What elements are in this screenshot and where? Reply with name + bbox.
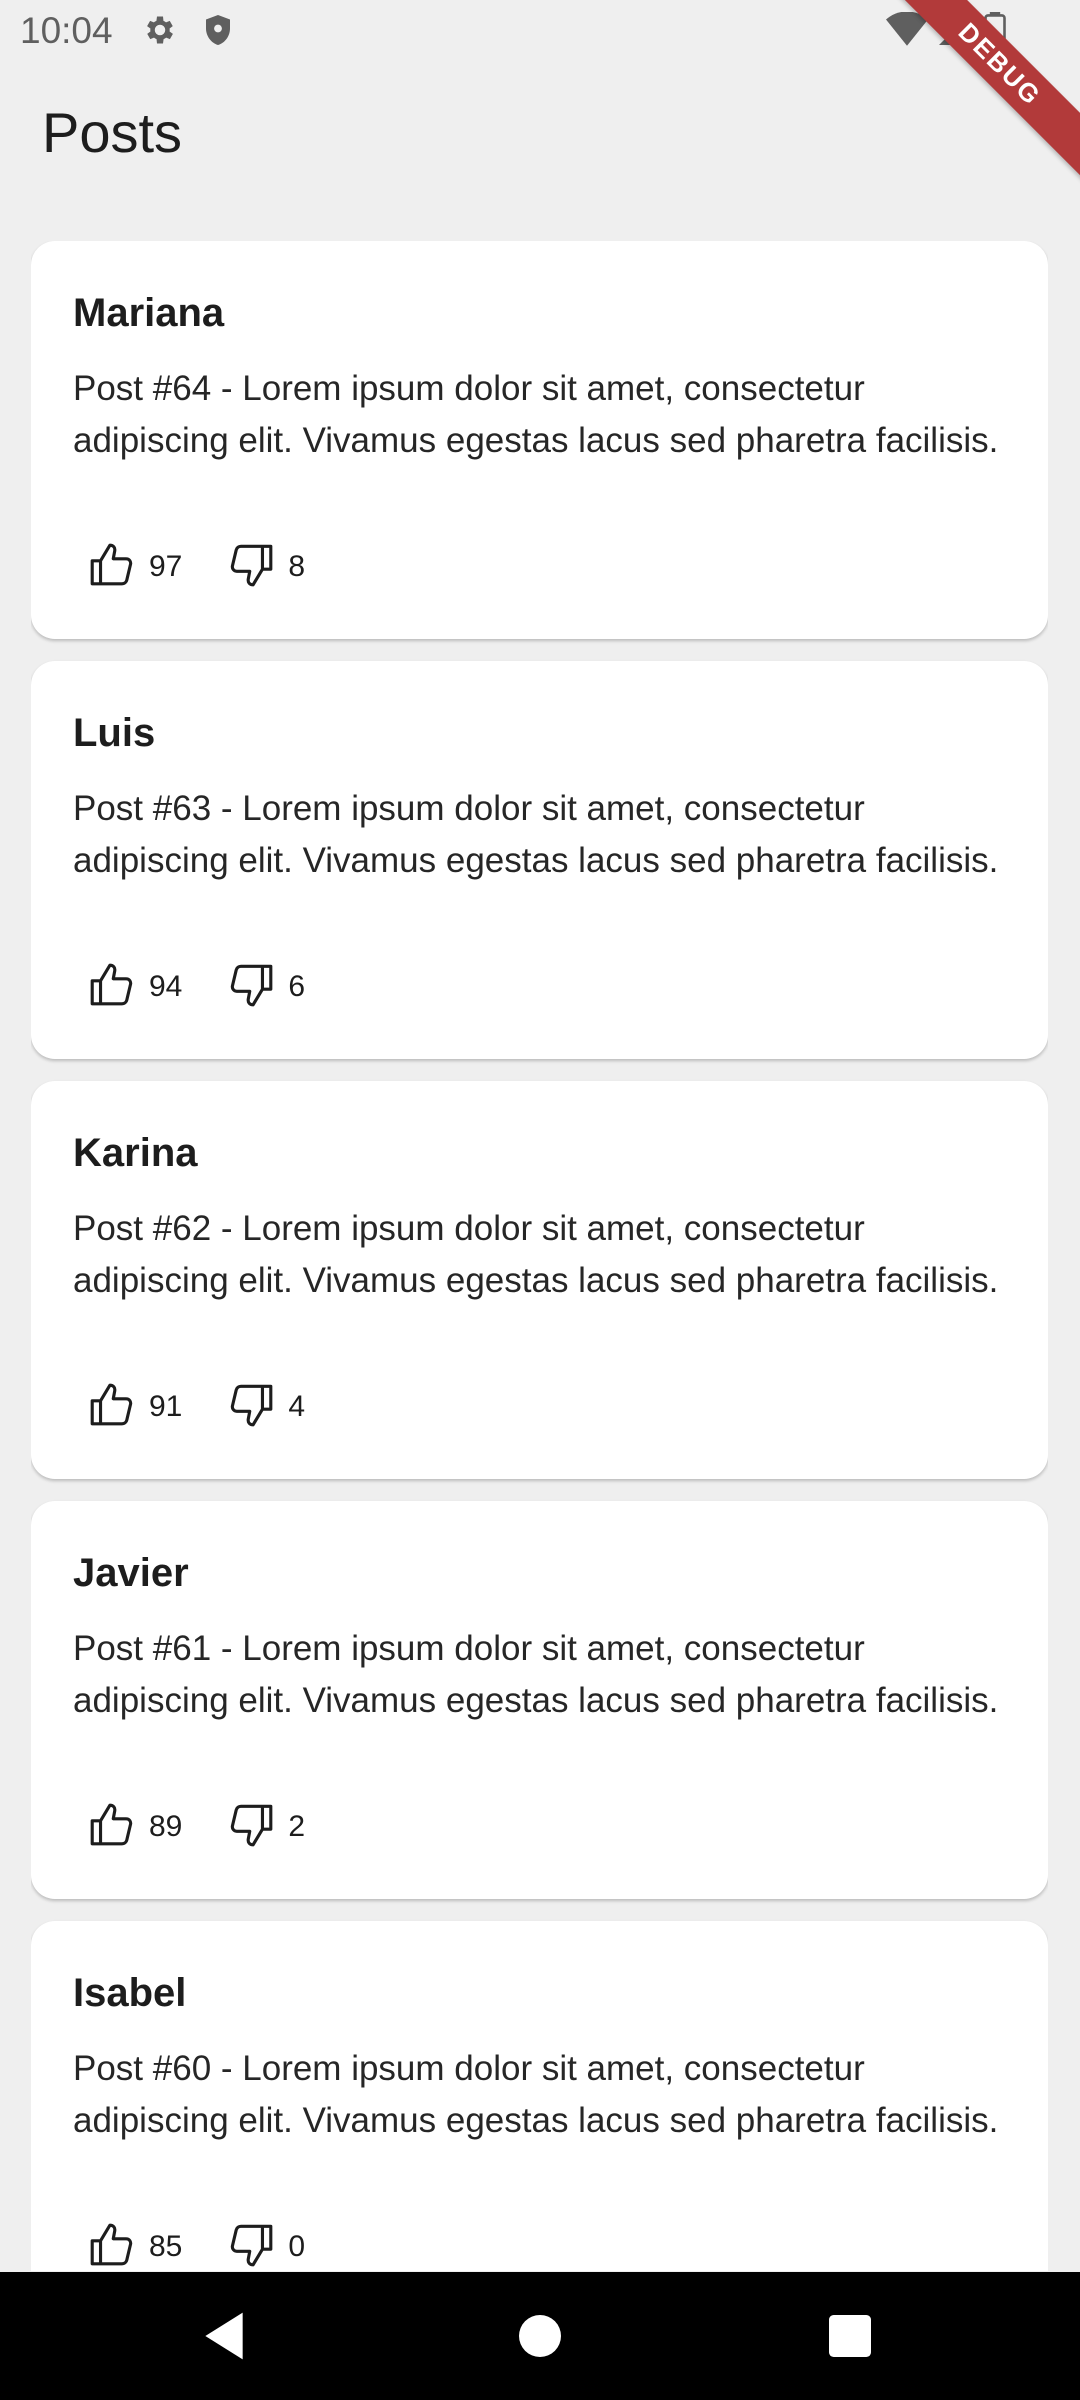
post-author: Javier	[73, 1551, 189, 1595]
post-card[interactable]: Javier Post #61 - Lorem ipsum dolor sit …	[31, 1501, 1048, 1899]
like-count: 89	[149, 1810, 183, 1843]
like-button[interactable]: 89	[87, 1800, 182, 1855]
status-time: 10:04	[20, 10, 113, 51]
like-button[interactable]: 91	[87, 1380, 182, 1435]
like-count: 97	[149, 550, 183, 583]
reactions-row: 94 6	[87, 959, 349, 1015]
reactions-row: 97 8	[87, 539, 349, 595]
post-body: Post #63 - Lorem ipsum dolor sit amet, c…	[73, 789, 999, 880]
gear-icon	[142, 12, 178, 53]
reactions-row: 91 4	[87, 1379, 349, 1435]
post-card[interactable]: Luis Post #63 - Lorem ipsum dolor sit am…	[31, 661, 1048, 1059]
home-icon[interactable]	[512, 2308, 568, 2364]
like-button[interactable]: 85	[87, 2220, 182, 2272]
thumbs-down-icon	[226, 540, 276, 595]
post-author: Karina	[73, 1131, 198, 1175]
dislike-button[interactable]: 4	[226, 1380, 305, 1435]
dislike-button[interactable]: 0	[226, 2220, 305, 2272]
dislike-count: 4	[288, 1390, 306, 1423]
thumbs-up-icon	[87, 960, 137, 1015]
wifi-icon	[886, 11, 928, 53]
like-count: 91	[149, 1390, 183, 1423]
dislike-count: 2	[288, 1810, 306, 1843]
like-count: 85	[149, 2230, 183, 2263]
dislike-button[interactable]: 6	[226, 960, 305, 1015]
post-card[interactable]: Mariana Post #64 - Lorem ipsum dolor sit…	[31, 241, 1048, 639]
thumbs-up-icon	[87, 540, 137, 595]
post-author: Mariana	[73, 291, 225, 335]
dislike-button[interactable]: 8	[226, 540, 305, 595]
reactions-row: 85 0	[87, 2219, 349, 2271]
thumbs-down-icon	[226, 960, 276, 1015]
dislike-count: 8	[288, 550, 306, 583]
thumbs-up-icon	[87, 1380, 137, 1435]
dislike-count: 0	[288, 2230, 306, 2263]
post-card[interactable]: Isabel Post #60 - Lorem ipsum dolor sit …	[31, 1921, 1048, 2271]
post-body: Post #64 - Lorem ipsum dolor sit amet, c…	[73, 369, 999, 460]
shield-icon	[200, 12, 236, 53]
thumbs-up-icon	[87, 2220, 137, 2272]
reactions-row: 89 2	[87, 1799, 349, 1855]
post-author: Isabel	[73, 1971, 187, 2015]
recents-icon[interactable]	[822, 2308, 878, 2364]
post-list[interactable]: Mariana Post #64 - Lorem ipsum dolor sit…	[31, 241, 1048, 2271]
dislike-button[interactable]: 2	[226, 1800, 305, 1855]
dislike-count: 6	[288, 970, 306, 1003]
post-body: Post #61 - Lorem ipsum dolor sit amet, c…	[73, 1629, 999, 1720]
like-button[interactable]: 94	[87, 960, 182, 1015]
system-nav-bar	[0, 2272, 1080, 2400]
post-body: Post #62 - Lorem ipsum dolor sit amet, c…	[73, 1209, 999, 1300]
thumbs-down-icon	[226, 1800, 276, 1855]
post-author: Luis	[73, 711, 156, 755]
thumbs-down-icon	[226, 2220, 276, 2272]
page-title: Posts	[42, 101, 183, 164]
like-button[interactable]: 97	[87, 540, 182, 595]
back-icon[interactable]	[196, 2308, 252, 2364]
post-card[interactable]: Karina Post #62 - Lorem ipsum dolor sit …	[31, 1081, 1048, 1479]
thumbs-down-icon	[226, 1380, 276, 1435]
thumbs-up-icon	[87, 1800, 137, 1855]
post-body: Post #60 - Lorem ipsum dolor sit amet, c…	[73, 2049, 999, 2140]
like-count: 94	[149, 970, 183, 1003]
